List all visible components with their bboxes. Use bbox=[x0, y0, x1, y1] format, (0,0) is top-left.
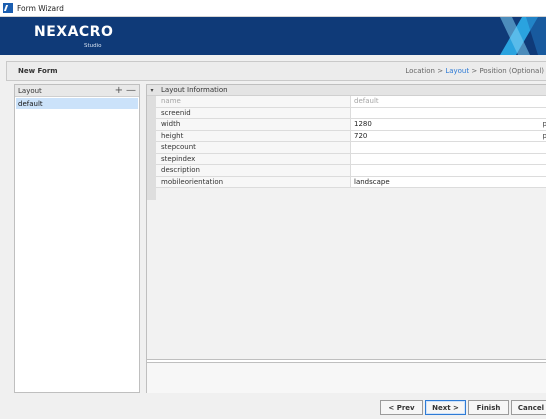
remove-layout-icon[interactable]: — bbox=[126, 85, 136, 96]
property-value-stepindex[interactable] bbox=[351, 153, 546, 164]
brand-subtitle: Studio bbox=[84, 43, 102, 49]
layout-properties-panel: ▾ Layout Information name default screen… bbox=[146, 84, 546, 393]
cancel-button[interactable]: Cancel bbox=[511, 400, 546, 415]
property-label: stepcount bbox=[156, 142, 351, 153]
width-value[interactable]: 1280 bbox=[354, 120, 372, 128]
property-grid: ▾ Layout Information name default screen… bbox=[147, 85, 546, 360]
property-table: name default screenid width 1280 p heigh… bbox=[156, 96, 546, 188]
property-value-name: default bbox=[351, 96, 546, 107]
layout-list-header: Layout + — bbox=[15, 85, 139, 97]
add-layout-icon[interactable]: + bbox=[115, 85, 123, 96]
property-row-stepindex[interactable]: stepindex bbox=[156, 153, 546, 165]
height-value[interactable]: 720 bbox=[354, 132, 367, 140]
property-gutter bbox=[147, 96, 156, 200]
property-row-screenid[interactable]: screenid bbox=[156, 107, 546, 119]
property-description-box bbox=[147, 362, 546, 393]
layout-list-panel: Layout + — default bbox=[14, 84, 140, 393]
breadcrumb-position: Position (Optional) bbox=[479, 67, 544, 75]
nexacro-app-icon bbox=[3, 3, 13, 13]
section-layout-information[interactable]: ▾ Layout Information bbox=[147, 85, 546, 96]
layout-list-title: Layout bbox=[18, 86, 42, 95]
property-label: height bbox=[156, 130, 351, 141]
breadcrumb-separator: > bbox=[471, 67, 478, 75]
property-row-width[interactable]: width 1280 p bbox=[156, 119, 546, 131]
property-label: width bbox=[156, 119, 351, 130]
property-label: screenid bbox=[156, 107, 351, 118]
finish-button[interactable]: Finish bbox=[468, 400, 509, 415]
brand-logo-text: NEXACRO bbox=[34, 24, 114, 40]
property-value-width[interactable]: 1280 p bbox=[351, 119, 546, 130]
property-row-stepcount[interactable]: stepcount bbox=[156, 142, 546, 154]
next-button[interactable]: Next > bbox=[425, 400, 466, 415]
property-row-mobileorientation[interactable]: mobileorientation landscape bbox=[156, 176, 546, 188]
property-label: description bbox=[156, 165, 351, 176]
property-row-height[interactable]: height 720 p bbox=[156, 130, 546, 142]
layout-list-item[interactable]: default bbox=[16, 98, 138, 109]
page-title: New Form bbox=[18, 67, 58, 75]
property-row-description[interactable]: description bbox=[156, 165, 546, 177]
prev-button[interactable]: < Prev bbox=[380, 400, 423, 415]
width-unit: p bbox=[543, 120, 546, 128]
property-label: mobileorientation bbox=[156, 176, 351, 187]
breadcrumb: Location > Layout > Position (Optional) bbox=[405, 67, 544, 75]
collapse-arrow-icon[interactable]: ▾ bbox=[147, 87, 157, 94]
section-title: Layout Information bbox=[161, 86, 228, 94]
height-unit: p bbox=[543, 132, 546, 140]
studio-banner: NEXACRO Studio bbox=[0, 17, 546, 55]
property-label: name bbox=[156, 96, 351, 107]
wizard-footer: < Prev Next > Finish Cancel bbox=[0, 397, 546, 419]
property-row-name: name default bbox=[156, 96, 546, 108]
window-titlebar: Form Wizard bbox=[0, 0, 546, 17]
property-value-description[interactable] bbox=[351, 165, 546, 176]
property-value-height[interactable]: 720 p bbox=[351, 130, 546, 141]
property-value-stepcount[interactable] bbox=[351, 142, 546, 153]
property-label: stepindex bbox=[156, 153, 351, 164]
nexacro-x-logo-icon bbox=[500, 17, 546, 55]
property-value-screenid[interactable] bbox=[351, 107, 546, 118]
property-value-mobileorientation[interactable]: landscape bbox=[351, 176, 546, 187]
breadcrumb-separator: > bbox=[437, 67, 444, 75]
breadcrumb-layout: Layout bbox=[445, 67, 470, 75]
window-title: Form Wizard bbox=[17, 3, 64, 13]
wizard-header: New Form Location > Layout > Position (O… bbox=[6, 61, 546, 81]
breadcrumb-location: Location bbox=[405, 67, 435, 75]
